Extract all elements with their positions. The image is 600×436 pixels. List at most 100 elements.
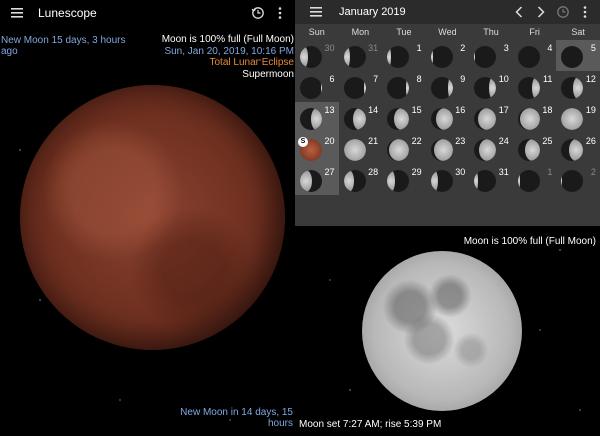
day-number: 3 <box>503 43 509 53</box>
calendar-day-cell[interactable]: 2 <box>426 40 470 71</box>
moon-phase-icon <box>517 46 540 68</box>
calendar-day-cell[interactable]: 9 <box>426 71 470 102</box>
calendar-day-cell[interactable]: S 20 <box>295 133 339 164</box>
day-number: 23 <box>455 136 466 146</box>
fullness-text: Moon is 100% full (Full Moon) <box>161 34 294 45</box>
next-month-icon[interactable] <box>530 1 552 23</box>
moon-phase-icon <box>561 139 584 161</box>
day-number: 28 <box>368 167 379 177</box>
calendar-day-cell[interactable]: 22 <box>382 133 426 164</box>
calendar-panel: January 2019 Sun Mon Tue Wed Thu Fri Sat 30 31 1… <box>295 0 600 436</box>
day-number: 1 <box>416 43 422 53</box>
moon-phase-icon <box>561 46 584 68</box>
moon-phase-icon <box>517 77 540 99</box>
day-number: 5 <box>590 43 596 53</box>
moon-set-rise-text: Moon set 7:27 AM; rise 5:39 PM <box>299 419 442 430</box>
day-number: 25 <box>542 136 553 146</box>
moon-info: Moon is 100% full (Full Moon) Sun, Jan 2… <box>162 34 294 80</box>
calendar-day-cell[interactable]: 10 <box>469 71 513 102</box>
calendar-day-cell[interactable]: 24 <box>469 133 513 164</box>
weekday-label: Mon <box>351 27 370 37</box>
calendar-day-cell[interactable]: 29 <box>382 164 426 195</box>
moon-phase-icon <box>300 77 322 99</box>
calendar-day-cell[interactable]: 1 <box>382 40 426 71</box>
moon-phase-icon <box>517 139 540 161</box>
calendar-day-cell[interactable]: 5 <box>556 40 600 71</box>
weekday-label: Wed <box>438 27 457 37</box>
calendar-week-row: 27 28 29 30 31 1 2 <box>295 164 600 195</box>
history-icon-disabled[interactable] <box>552 1 574 23</box>
calendar-grid: Sun Mon Tue Wed Thu Fri Sat 30 31 1 2 3 4 5 6 7 8 9 10 11 1… <box>295 24 600 226</box>
moon-phase-icon <box>387 77 410 99</box>
eclipsed-moon-image[interactable] <box>20 85 285 350</box>
moon-phase-icon <box>300 170 322 192</box>
supermoon-text: Supermoon <box>242 68 294 80</box>
moon-phase-icon <box>387 108 410 130</box>
moon-phase-icon <box>430 139 453 161</box>
moon-phase-icon <box>474 77 497 99</box>
calendar-day-cell[interactable]: 30 <box>426 164 470 195</box>
moon-phase-icon <box>430 108 453 130</box>
datetime-text: Sun, Jan 20, 2019, 10:16 PM <box>164 45 294 57</box>
calendar-day-cell[interactable]: 16 <box>426 102 470 133</box>
calendar-day-cell[interactable]: 3 <box>469 40 513 71</box>
moon-phase-icon <box>517 170 540 192</box>
calendar-day-cell[interactable]: 25 <box>513 133 557 164</box>
moon-phase-icon <box>300 46 322 68</box>
calendar-day-cell[interactable]: 2 <box>556 164 600 195</box>
calendar-day-cell[interactable]: 19 <box>556 102 600 133</box>
day-number: 2 <box>460 43 466 53</box>
calendar-day-cell[interactable]: 26 <box>556 133 600 164</box>
day-number: 27 <box>324 167 335 177</box>
moon-phase-icon <box>517 108 540 130</box>
day-number: 9 <box>460 74 466 84</box>
moon-phase-icon <box>561 170 584 192</box>
calendar-day-cell[interactable]: 13 <box>295 102 339 133</box>
day-number: 12 <box>585 74 596 84</box>
calendar-day-cell[interactable]: 17 <box>469 102 513 133</box>
calendar-day-cell[interactable]: 27 <box>295 164 339 195</box>
calendar-day-cell[interactable]: 4 <box>513 40 557 71</box>
calendar-month-title: January 2019 <box>339 6 406 18</box>
day-number: 20 <box>324 136 335 146</box>
calendar-day-cell[interactable]: 7 <box>339 71 383 102</box>
calendar-day-cell[interactable]: 21 <box>339 133 383 164</box>
calendar-day-cell[interactable]: 18 <box>513 102 557 133</box>
menu-icon[interactable] <box>6 4 28 22</box>
day-number: 6 <box>329 74 335 84</box>
day-number: 26 <box>585 136 596 146</box>
calendar-day-cell[interactable]: 30 <box>295 40 339 71</box>
day-number: 4 <box>547 43 553 53</box>
day-number: 10 <box>498 74 509 84</box>
calendar-overflow-icon[interactable] <box>574 1 596 23</box>
calendar-day-cell[interactable]: 8 <box>382 71 426 102</box>
moon-phase-icon <box>474 170 497 192</box>
app-title: Lunescope <box>38 6 97 20</box>
full-moon-label: Moon is 100% full (Full Moon) <box>463 236 596 247</box>
day-number: 19 <box>585 105 596 115</box>
history-icon[interactable] <box>247 2 269 24</box>
day-number: 7 <box>373 74 379 84</box>
moon-phase-icon <box>474 139 497 161</box>
calendar-day-cell[interactable]: 1 <box>513 164 557 195</box>
moon-phase-icon <box>343 139 366 161</box>
day-number: 30 <box>324 43 335 53</box>
calendar-day-cell[interactable]: 11 <box>513 71 557 102</box>
moon-phase-icon <box>387 46 410 68</box>
calendar-day-cell[interactable]: 6 <box>295 71 339 102</box>
calendar-day-cell[interactable]: 31 <box>469 164 513 195</box>
calendar-day-cell[interactable]: 28 <box>339 164 383 195</box>
calendar-day-cell[interactable]: 23 <box>426 133 470 164</box>
calendar-week-row: 6 7 8 9 10 11 12 <box>295 71 600 102</box>
moon-phase-icon <box>343 170 366 192</box>
calendar-day-cell[interactable]: 12 <box>556 71 600 102</box>
calendar-menu-icon[interactable] <box>305 3 327 21</box>
previous-month-icon[interactable] <box>508 1 530 23</box>
full-moon-image[interactable] <box>362 251 522 411</box>
overflow-menu-icon[interactable] <box>269 2 291 24</box>
calendar-day-cell[interactable]: 31 <box>339 40 383 71</box>
day-number: 29 <box>411 167 422 177</box>
day-number: 16 <box>455 105 466 115</box>
calendar-day-cell[interactable]: 15 <box>382 102 426 133</box>
calendar-day-cell[interactable]: 14 <box>339 102 383 133</box>
